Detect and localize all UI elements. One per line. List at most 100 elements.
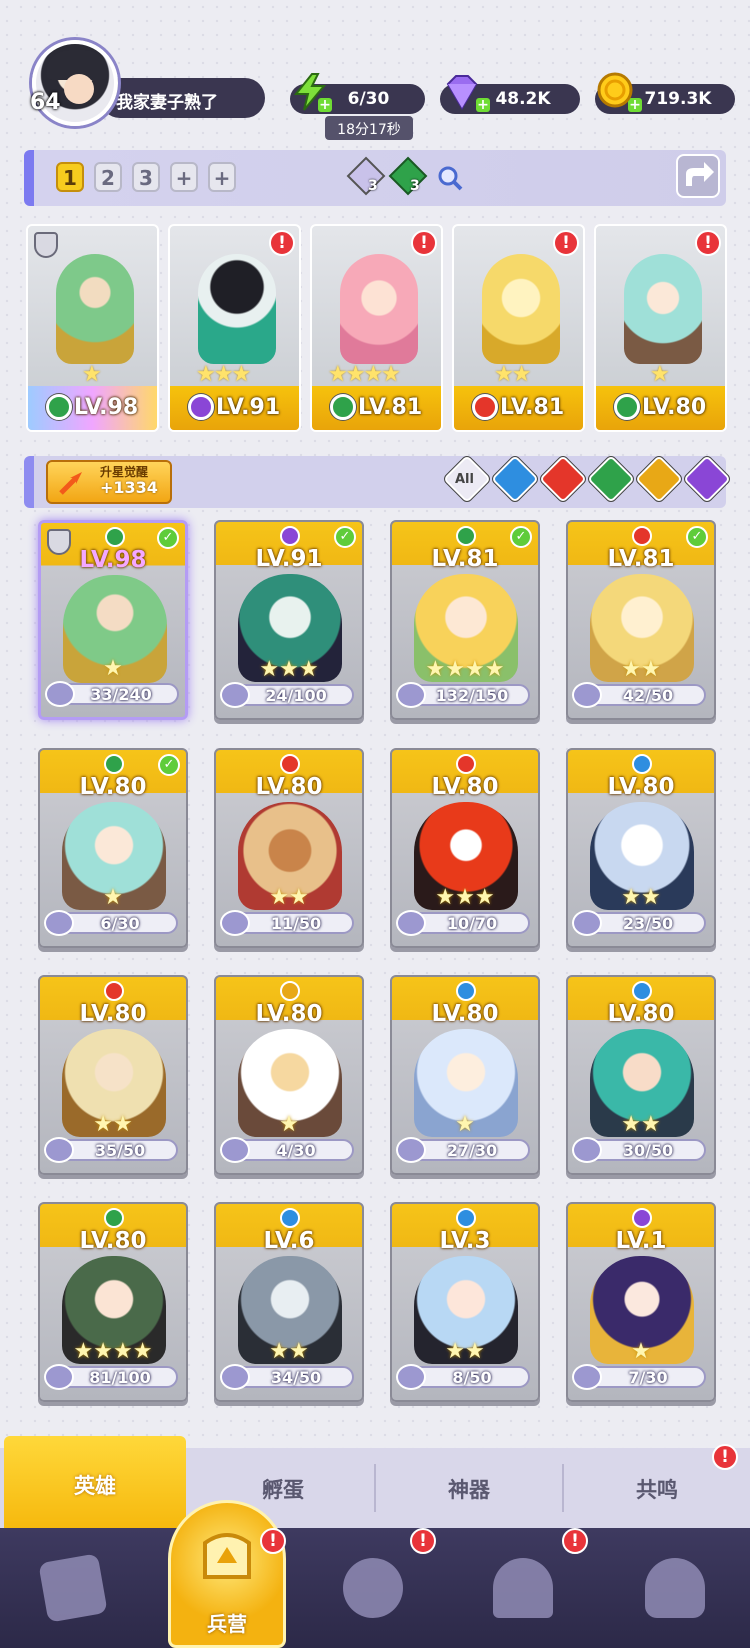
water-element-icon bbox=[632, 981, 652, 1001]
hero-card[interactable]: LV.80 ★ 4/30 bbox=[214, 975, 364, 1175]
water-element-icon bbox=[456, 981, 476, 1001]
fire-element-icon bbox=[632, 526, 652, 546]
fragment-count: 8/50 bbox=[452, 1368, 492, 1387]
team-slot-2[interactable]: 2 bbox=[94, 162, 122, 192]
nature-element-icon bbox=[46, 394, 72, 420]
fire-element-icon bbox=[456, 754, 476, 774]
hero-level: LV.80 bbox=[607, 774, 675, 800]
tab-artifacts[interactable]: 神器 bbox=[376, 1448, 562, 1528]
hero-stars: ★★ bbox=[269, 885, 309, 910]
fire-element-icon bbox=[104, 981, 124, 1001]
hero-card[interactable]: LV.6 ★★ 34/50 bbox=[214, 1202, 364, 1402]
hero-stars: ★★ bbox=[445, 1339, 485, 1364]
share-arrow-icon bbox=[686, 162, 714, 186]
map-icon bbox=[343, 1558, 403, 1618]
team-slot-add-1[interactable]: + bbox=[170, 162, 198, 192]
cards-icon bbox=[38, 1553, 108, 1623]
hero-card[interactable]: ✓ LV.81 ★★ 42/50 bbox=[566, 520, 716, 720]
energy-lightning-icon bbox=[293, 73, 327, 111]
team-slot-3[interactable]: 3 bbox=[132, 162, 160, 192]
hero-portrait bbox=[340, 254, 418, 364]
fragment-count: 33/240 bbox=[90, 685, 152, 704]
hero-level: LV.91 bbox=[216, 395, 281, 420]
team-slot-add-2[interactable]: + bbox=[208, 162, 236, 192]
hero-card[interactable]: LV.80 ★★★★ 81/100 bbox=[38, 1202, 188, 1402]
dark-element-icon bbox=[632, 1208, 652, 1228]
energy-value: 6/30 bbox=[347, 89, 390, 109]
check-icon: ✓ bbox=[157, 527, 179, 549]
team-card-5[interactable]: ! ★ LV.80 bbox=[594, 224, 727, 432]
hero-level: LV.81 bbox=[358, 395, 423, 420]
hero-stars: ★ bbox=[103, 656, 123, 681]
hero-level: LV.80 bbox=[607, 1001, 675, 1027]
hero-level: LV.91 bbox=[255, 546, 323, 572]
fragment-count: 4/30 bbox=[276, 1141, 316, 1160]
up-arrow-icon bbox=[59, 472, 82, 495]
shrine-icon bbox=[493, 1558, 553, 1618]
water-element-icon bbox=[456, 1208, 476, 1228]
hero-level: LV.80 bbox=[642, 395, 707, 420]
hero-portrait bbox=[198, 254, 276, 364]
water-element-icon bbox=[280, 1208, 300, 1228]
hero-level: LV.80 bbox=[255, 774, 323, 800]
hero-card[interactable]: ✓ LV.80 ★ 6/30 bbox=[38, 748, 188, 948]
dark-element-icon bbox=[280, 526, 300, 546]
hero-level: LV.81 bbox=[500, 395, 565, 420]
fragment-count: 81/100 bbox=[89, 1368, 151, 1387]
player-name: 我家妻子熟了 bbox=[100, 78, 265, 118]
hero-card[interactable]: LV.80 ★★ 23/50 bbox=[566, 748, 716, 948]
hero-stars: ★★ bbox=[621, 657, 661, 682]
hero-card[interactable]: LV.80 ★★★ 10/70 bbox=[390, 748, 540, 948]
fragment-count: 27/30 bbox=[446, 1141, 498, 1160]
fragment-count: 42/50 bbox=[622, 686, 674, 705]
fragment-count: 11/50 bbox=[270, 914, 322, 933]
tab-heroes[interactable]: 英雄 bbox=[4, 1436, 186, 1528]
hero-card[interactable]: LV.1 ★ 7/30 bbox=[566, 1202, 716, 1402]
hero-card[interactable]: LV.80 ★ 27/30 bbox=[390, 975, 540, 1175]
fragment-count: 35/50 bbox=[94, 1141, 146, 1160]
diamond-icon bbox=[446, 75, 478, 110]
barracks-icon bbox=[203, 1533, 251, 1579]
hero-card[interactable]: LV.3 ★★ 8/50 bbox=[390, 1202, 540, 1402]
hero-card[interactable]: LV.80 ★★ 35/50 bbox=[38, 975, 188, 1175]
team-card-3[interactable]: ! ★★★★ LV.81 bbox=[310, 224, 443, 432]
hero-card[interactable]: ✓ LV.98 ★ 33/240 bbox=[38, 520, 188, 720]
light-element-icon bbox=[280, 981, 300, 1001]
hero-card[interactable]: LV.80 ★★ 30/50 bbox=[566, 975, 716, 1175]
hero-card[interactable]: ✓ LV.81 ★★★★ 132/150 bbox=[390, 520, 540, 720]
hero-stars: ★★★★ bbox=[328, 362, 401, 387]
nav-map[interactable] bbox=[328, 1548, 418, 1638]
hero-stars: ★ bbox=[279, 1112, 299, 1137]
team-card-2[interactable]: ! ★★★ LV.91 bbox=[168, 224, 301, 432]
nav-guild[interactable] bbox=[630, 1548, 720, 1638]
team-card-1[interactable]: ★ LV.98 bbox=[26, 224, 159, 432]
hero-level: LV.98 bbox=[79, 547, 147, 573]
team-card-4[interactable]: ! ★★ LV.81 bbox=[452, 224, 585, 432]
alert-badge: ! bbox=[269, 230, 295, 256]
hero-level: LV.98 bbox=[74, 395, 139, 420]
hero-stars: ★★★ bbox=[435, 885, 495, 910]
nav-cards[interactable] bbox=[28, 1548, 118, 1638]
hero-portrait bbox=[624, 254, 702, 364]
shield-icon bbox=[34, 232, 58, 258]
check-icon: ✓ bbox=[158, 754, 180, 776]
hero-card[interactable]: ✓ LV.91 ★★★ 24/100 bbox=[214, 520, 364, 720]
check-icon: ✓ bbox=[686, 526, 708, 548]
fragment-count: 7/30 bbox=[628, 1368, 668, 1387]
nav-shrine[interactable] bbox=[478, 1548, 568, 1638]
light-gem-icon bbox=[346, 156, 386, 196]
nature-element-icon bbox=[104, 1208, 124, 1228]
fire-element-icon bbox=[472, 394, 498, 420]
team-slot-1[interactable]: 1 bbox=[56, 162, 84, 192]
share-button[interactable] bbox=[676, 154, 720, 198]
resonance-alert-badge: ! bbox=[712, 1444, 738, 1470]
awaken-count: +1334 bbox=[100, 478, 158, 497]
dark-element-icon bbox=[188, 394, 214, 420]
hero-card[interactable]: LV.80 ★★ 11/50 bbox=[214, 748, 364, 948]
fire-element-icon bbox=[280, 754, 300, 774]
hero-level: LV.6 bbox=[263, 1228, 315, 1254]
map-alert-badge: ! bbox=[410, 1528, 436, 1554]
hero-stars: ★★ bbox=[621, 1112, 661, 1137]
guild-icon bbox=[645, 1558, 705, 1618]
magnifier-icon[interactable] bbox=[436, 164, 464, 192]
